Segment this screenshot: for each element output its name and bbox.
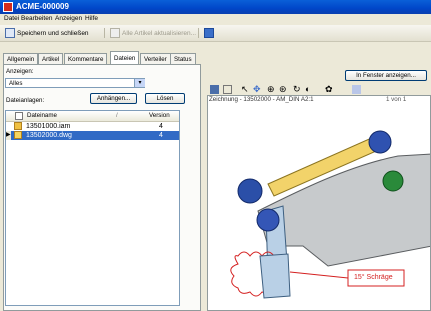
rotate-icon[interactable]: ↻ (293, 84, 301, 95)
menu-datei[interactable]: Datei (4, 15, 19, 22)
column-filename[interactable]: Dateiname (27, 112, 57, 119)
bracket-foot (259, 253, 291, 299)
tab-verteiler[interactable]: Verteiler (140, 53, 171, 64)
assembly-file-icon (14, 122, 22, 130)
table-row[interactable]: ▶ 13502000.dwg 4 (6, 131, 179, 140)
app-icon (3, 2, 13, 12)
file-version: 4 (159, 123, 163, 130)
file-name: 13502000.dwg (26, 132, 72, 139)
file-version: 4 (159, 132, 163, 139)
drawing-file-icon (14, 131, 22, 139)
help-icon (204, 28, 214, 38)
show-filter-select[interactable]: Alles (5, 78, 145, 88)
green-joint (382, 170, 404, 192)
menu-hilfe[interactable]: Hilfe (85, 15, 98, 22)
joint-right (368, 130, 392, 154)
window-title: ACME-000009 (16, 2, 69, 11)
table-row[interactable]: 13501000.iam 4 (6, 122, 179, 131)
tab-dateien[interactable]: Dateien (110, 51, 140, 64)
drawing-title: Zeichnung - 13502000 - AM_DIN A2:1 (209, 96, 314, 103)
annotation-text: 15° Schräge (354, 274, 393, 281)
toolbar-separator (198, 28, 199, 38)
joint-left (237, 178, 263, 204)
update-icon (110, 28, 120, 38)
help-button[interactable] (202, 27, 216, 39)
zoom-in-icon[interactable]: ⊕ (267, 84, 275, 95)
pan-icon[interactable]: ✥ (253, 84, 261, 95)
tab-artikel[interactable]: Artikel (38, 53, 64, 64)
tab-kommentare[interactable]: Kommentare (64, 53, 108, 64)
save-icon (5, 28, 15, 38)
row-pointer-icon: ▶ (6, 131, 11, 140)
annotation-leader (289, 271, 349, 279)
tab-status[interactable]: Status (170, 53, 196, 64)
sort-icon: / (116, 112, 118, 119)
save-close-button[interactable]: Speichern und schließen (3, 27, 91, 39)
joint-lower (256, 208, 280, 232)
file-icon (15, 112, 23, 120)
column-version[interactable]: Version (149, 112, 170, 119)
update-all-button[interactable]: Alle Artikel aktualisieren... (108, 27, 198, 39)
detach-button[interactable]: Lösen (145, 93, 185, 104)
drawing-viewer[interactable]: 15° Schräge (207, 95, 431, 311)
attachments-label: Dateianlagen: (6, 97, 45, 104)
file-name: 13501000.iam (26, 123, 71, 130)
zoom-window-icon[interactable]: ⊛ (279, 84, 287, 95)
toolbar-separator (104, 28, 105, 38)
settings-icon[interactable]: ✿ (325, 84, 333, 95)
viewer-toolbar: ↖ ✥ ⊕ ⊛ ↻ ◐ ✿ (207, 84, 431, 95)
show-label: Anzeigen: (6, 68, 34, 75)
orbit-icon[interactable]: ◐ (305, 84, 310, 94)
tab-allgemein[interactable]: Allgemein (3, 53, 39, 64)
chevron-down-icon[interactable]: ▾ (134, 79, 145, 87)
drawing-canvas (230, 130, 430, 299)
print-icon[interactable] (223, 85, 232, 94)
pointer-icon[interactable]: ↖ (241, 84, 249, 95)
attach-button[interactable]: Anhängen... (90, 93, 137, 104)
open-in-window-button[interactable]: In Fenster anzeigen... (345, 70, 427, 81)
page-indicator: 1 von 1 (386, 96, 407, 103)
menu-anzeigen[interactable]: Anzeigen (55, 15, 82, 22)
layers-icon[interactable] (352, 85, 361, 94)
save-icon[interactable] (210, 85, 219, 94)
menu-bearbeiten[interactable]: Bearbeiten (21, 15, 52, 22)
